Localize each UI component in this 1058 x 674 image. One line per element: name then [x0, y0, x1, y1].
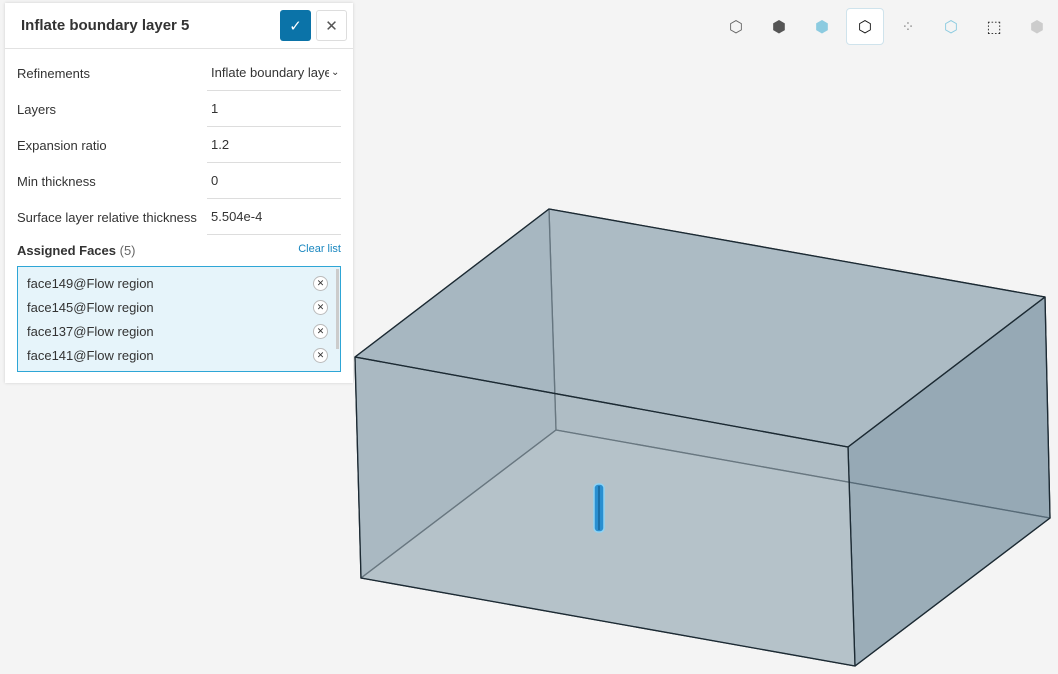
scrollbar[interactable] [336, 269, 339, 349]
field-label: Min thickness [17, 173, 96, 189]
check-icon: ✓ [289, 17, 302, 35]
field-label: Surface layer relative thickness [17, 209, 197, 225]
remove-icon[interactable]: ✕ [313, 323, 328, 339]
list-item[interactable]: face137@Flow region ✕ [18, 319, 340, 343]
list-item[interactable]: face145@Flow region ✕ [18, 295, 340, 319]
field-layers: Layers 1 [5, 91, 353, 127]
clear-list-link[interactable]: Clear list [298, 243, 341, 258]
box-left-face [354, 208, 557, 579]
assigned-faces-list[interactable]: face149@Flow region ✕ face145@Flow region… [17, 266, 341, 372]
field-surface-thickness: Surface layer relative thickness 5.504e-4 [5, 199, 353, 235]
box-front-face [354, 356, 856, 667]
face-label: face137@Flow region [27, 323, 154, 339]
box-right-face [847, 296, 1051, 667]
remove-icon[interactable]: ✕ [313, 299, 328, 315]
face-label: face149@Flow region [27, 275, 154, 291]
confirm-button[interactable]: ✓ [280, 10, 311, 41]
field-label: Refinements [17, 65, 90, 81]
remove-icon[interactable]: ✕ [313, 275, 328, 291]
assigned-count: (5) [119, 243, 136, 258]
select-value: Inflate boundary layer [211, 65, 329, 80]
close-button[interactable]: ✕ [316, 10, 347, 41]
box-edges-icon[interactable]: ⬡ [932, 8, 970, 45]
box-bottom-face [360, 429, 1051, 667]
min-thickness-input[interactable]: 0 [207, 163, 341, 199]
box-selected-icon[interactable]: ⬡ [846, 8, 884, 45]
layers-input[interactable]: 1 [207, 91, 341, 127]
close-icon: ✕ [325, 17, 338, 35]
expansion-ratio-input[interactable]: 1.2 [207, 127, 341, 163]
refinement-panel: Inflate boundary layer 5 ✓ ✕ Refinements… [5, 3, 353, 383]
box-vertices-icon[interactable]: ⁘ [889, 8, 927, 45]
list-item[interactable]: face149@Flow region ✕ [18, 271, 340, 295]
field-expansion: Expansion ratio 1.2 [5, 127, 353, 163]
box-select-icon[interactable]: ⬚ [975, 8, 1013, 45]
field-min-thickness: Min thickness 0 [5, 163, 353, 199]
surface-thickness-input[interactable]: 5.504e-4 [207, 199, 341, 235]
list-item[interactable]: face141@Flow region ✕ [18, 343, 340, 367]
panel-title: Inflate boundary layer 5 [21, 17, 190, 34]
remove-icon[interactable]: ✕ [313, 347, 328, 363]
panel-header: Inflate boundary layer 5 ✓ ✕ [5, 3, 353, 49]
face-label: face145@Flow region [27, 299, 154, 315]
box-shaded-icon[interactable]: ⬢ [803, 8, 841, 45]
view-toolbar: ⬡ ⬢ ⬢ ⬡ ⁘ ⬡ ⬚ ⬢ [717, 8, 1056, 45]
selected-cylinder[interactable] [593, 483, 605, 533]
field-label: Layers [17, 101, 57, 117]
assigned-faces-header: Assigned Faces (5) Clear list [5, 243, 353, 258]
field-label: Expansion ratio [17, 137, 107, 153]
box-outline-icon[interactable]: ⬡ [717, 8, 755, 45]
box-top-face [355, 209, 1045, 447]
field-refinements: Refinements Inflate boundary layer ⌄ [5, 55, 353, 91]
refinements-select[interactable]: Inflate boundary layer ⌄ [207, 55, 341, 91]
box-solid-icon[interactable]: ⬢ [760, 8, 798, 45]
assigned-faces-label: Assigned Faces [17, 243, 116, 258]
box-back-face [548, 208, 1051, 519]
face-label: face141@Flow region [27, 347, 154, 363]
chevron-down-icon: ⌄ [331, 67, 340, 78]
box-mesh-icon[interactable]: ⬢ [1018, 8, 1056, 45]
